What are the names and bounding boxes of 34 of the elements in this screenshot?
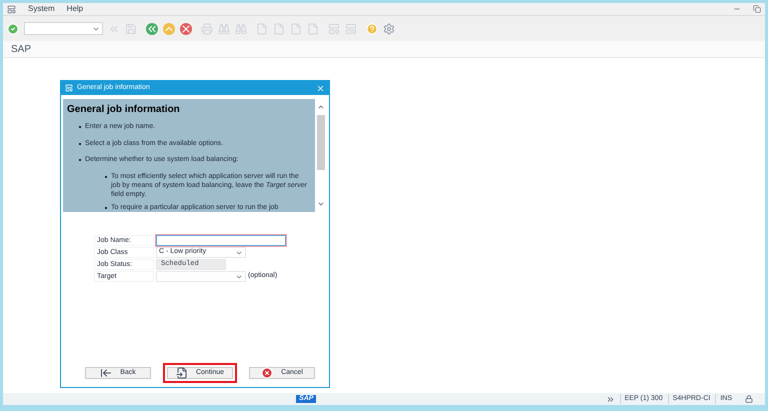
close-icon[interactable] [316,84,325,92]
window-icon[interactable] [328,22,340,34]
help-heading: General job information [67,103,181,117]
up-icon[interactable] [163,22,175,34]
cancel-icon[interactable] [180,22,192,34]
page-icon[interactable] [290,22,302,34]
back-icon[interactable] [146,22,158,34]
lock-icon[interactable] [745,395,753,403]
scroll-up-icon[interactable] [317,103,325,111]
job-name-field[interactable] [156,235,286,246]
cancel-icon [261,367,274,379]
document-arrow-icon [176,367,188,379]
dropdown-field[interactable] [156,271,246,282]
command-field[interactable] [24,22,103,35]
page-icon[interactable] [307,22,319,34]
menu-icon[interactable] [7,4,16,14]
find-icon[interactable] [218,22,230,34]
back-arrow-icon [100,367,112,379]
restore-icon[interactable] [753,5,761,13]
dialog-icon [65,84,73,92]
printer-icon[interactable] [201,22,213,34]
find-next-icon[interactable] [235,22,247,34]
menu-item[interactable]: Help [66,3,84,15]
page-icon[interactable] [273,22,285,34]
check-icon[interactable] [7,22,19,34]
title-bar: SAP [3,41,765,58]
expand-icon[interactable] [606,394,615,404]
menu-item[interactable]: System [28,3,55,15]
scroll-down-icon[interactable] [317,200,325,208]
page-icon[interactable] [256,22,268,34]
help-icon[interactable] [366,22,378,34]
save-icon[interactable] [125,22,137,34]
window-icon[interactable] [345,22,357,34]
settings-icon[interactable] [383,22,395,34]
